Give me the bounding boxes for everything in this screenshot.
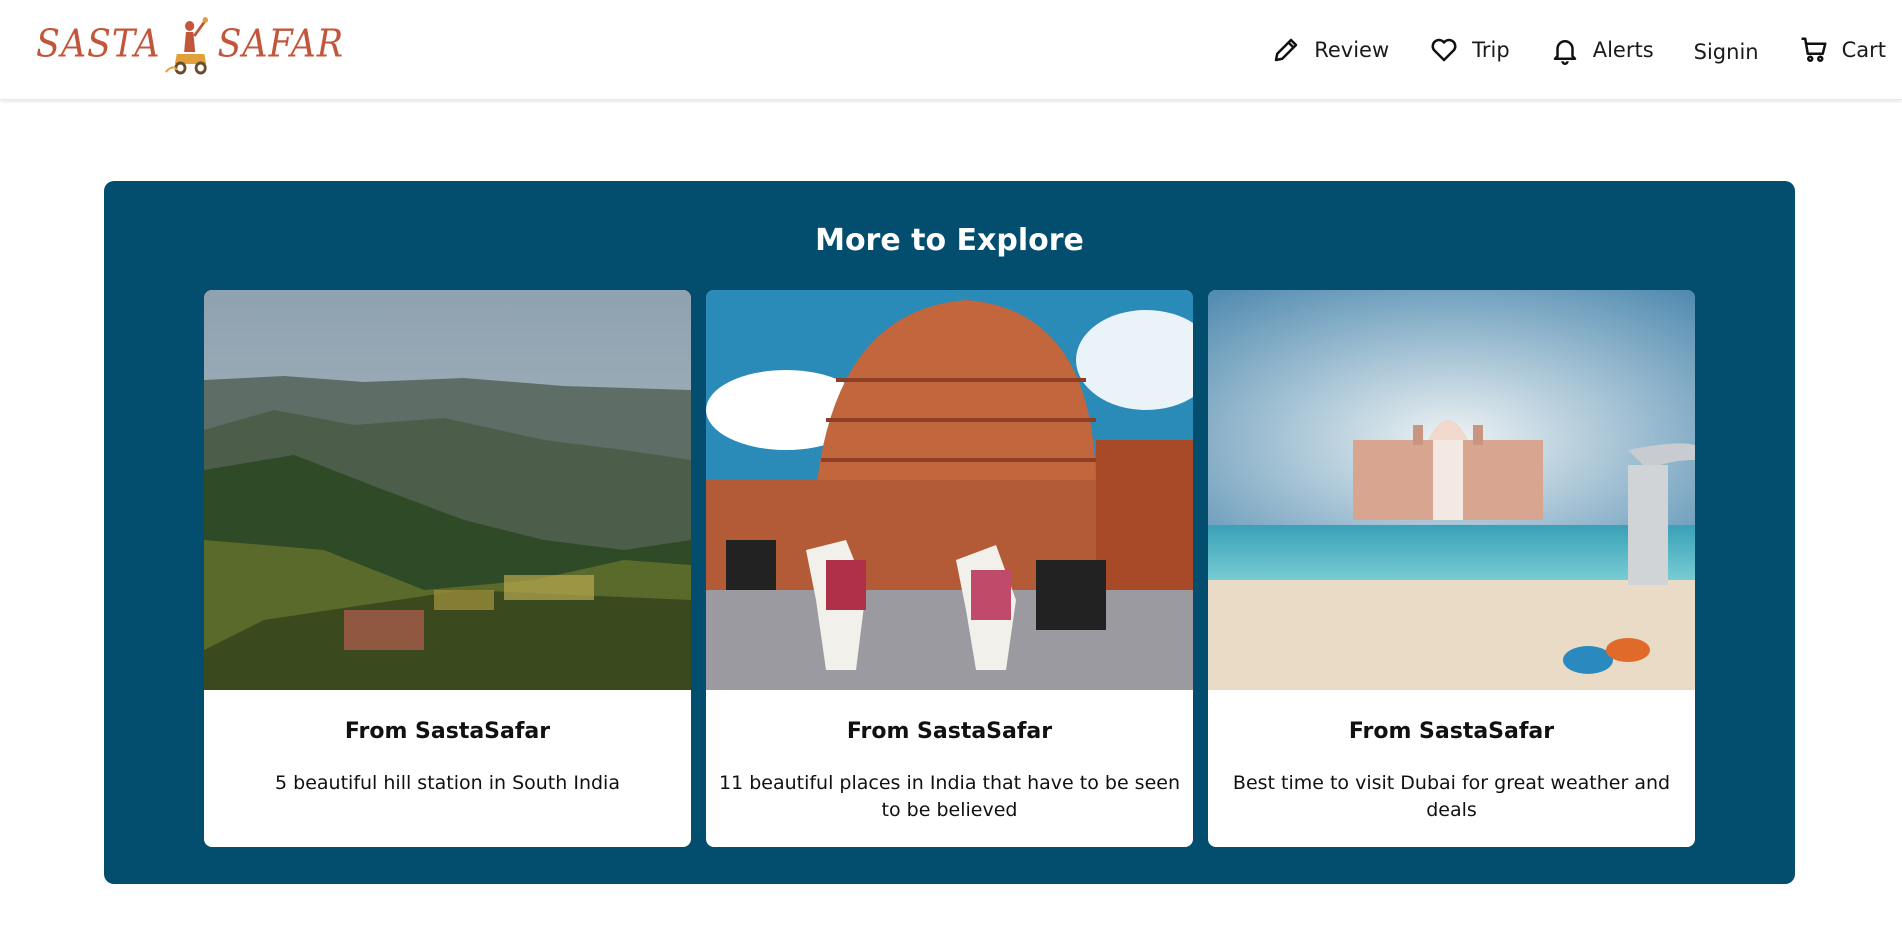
card-source-label: From SastaSafar	[846, 719, 1053, 744]
nav-review-label: Review	[1314, 38, 1390, 62]
nav-cart-label: Cart	[1841, 38, 1886, 62]
dubai-beach-photo	[1208, 290, 1695, 690]
heart-icon	[1431, 38, 1457, 62]
explore-card-dubai[interactable]: From SastaSafar Best time to visit Dubai…	[1208, 290, 1695, 847]
bell-icon	[1553, 40, 1576, 65]
nav-alerts-label: Alerts	[1592, 38, 1654, 62]
nav-trip-label: Trip	[1472, 38, 1510, 62]
logo-text-right: SAFAR	[217, 21, 345, 66]
pencil-icon	[1274, 38, 1298, 62]
hill-station-photo	[204, 290, 691, 690]
explore-card-india-places[interactable]: From SastaSafar 11 beautiful places in I…	[706, 290, 1193, 847]
card-description: 5 beautiful hill station in South India	[275, 772, 620, 794]
cart-icon	[1801, 37, 1827, 62]
nav-alerts-link[interactable]: Alerts	[1550, 35, 1654, 65]
card-source-label: From SastaSafar	[1348, 719, 1555, 744]
hawa-mahal-photo	[706, 290, 1193, 690]
more-to-explore-section: More to Explore From SastaSafar 5 beauti…	[104, 181, 1795, 884]
nav-signin-link[interactable]: Signin	[1694, 40, 1759, 64]
section-title: More to Explore	[815, 223, 1084, 258]
card-source-label: From SastaSafar	[344, 719, 551, 744]
main-nav: Review Trip Alerts Signin Cart	[1231, 30, 1886, 70]
scooter-rider-logo-icon	[165, 17, 209, 75]
nav-trip-link[interactable]: Trip	[1429, 35, 1510, 65]
explore-card-hill-stations[interactable]: From SastaSafar 5 beautiful hill station…	[204, 290, 691, 847]
nav-signin-label: Signin	[1693, 40, 1759, 64]
logo-text-left: SASTA	[36, 21, 161, 66]
card-description: Best time to visit Dubai for great weath…	[1232, 772, 1671, 821]
card-description: 11 beautiful places in India that have t…	[718, 772, 1181, 821]
nav-review-link[interactable]: Review	[1271, 35, 1389, 65]
nav-cart-link[interactable]: Cart	[1799, 35, 1886, 65]
top-header: SASTA SAFAR Review Trip Alerts Signin Ca…	[0, 0, 1902, 100]
sasta-safar-logo[interactable]: SASTA SAFAR	[36, 12, 371, 82]
